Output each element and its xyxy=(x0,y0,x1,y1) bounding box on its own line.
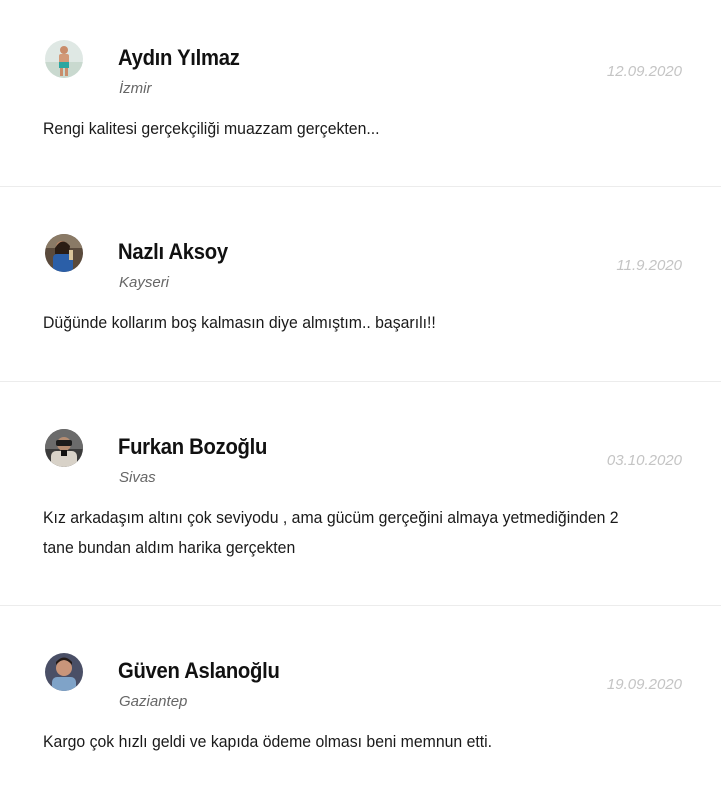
review-comment: Kız arkadaşım altını çok seviyodu , ama … xyxy=(43,508,619,557)
user-avatar-photo-icon xyxy=(45,429,83,467)
review-comment: Düğünde kollarım boş kalmasın diye almış… xyxy=(43,313,436,332)
review-date: 11.9.2020 xyxy=(616,257,682,274)
reviewer-avatar xyxy=(45,234,83,272)
reviewer-name: Güven Aslanoğlu xyxy=(118,658,280,683)
reviewer-city: İzmir xyxy=(119,80,152,97)
user-avatar-photo-icon xyxy=(45,234,83,272)
reviewer-name: Nazlı Aksoy xyxy=(118,239,228,264)
review-comment: Rengi kalitesi gerçekçiliği muazzam gerç… xyxy=(43,119,380,138)
reviewer-avatar xyxy=(45,40,83,78)
review-item: Furkan Bozoğlu Sivas 03.10.2020 Kız arka… xyxy=(0,382,721,604)
reviewer-avatar xyxy=(45,429,83,467)
reviews-list: Aydın Yılmaz İzmir 12.09.2020 Rengi kali… xyxy=(0,0,721,797)
review-comment: Kargo çok hızlı geldi ve kapıda ödeme ol… xyxy=(43,732,493,751)
reviewer-city: Kayseri xyxy=(119,274,170,291)
user-avatar-photo-icon xyxy=(45,40,83,78)
review-date: 12.09.2020 xyxy=(606,63,682,80)
reviewer-avatar xyxy=(45,653,83,691)
review-item: Aydın Yılmaz İzmir 12.09.2020 Rengi kali… xyxy=(0,0,721,186)
review-date: 19.09.2020 xyxy=(606,676,682,693)
review-item: Nazlı Aksoy Kayseri 11.9.2020 Düğünde ko… xyxy=(0,187,721,380)
reviewer-name: Aydın Yılmaz xyxy=(118,45,240,70)
reviewer-name: Furkan Bozoğlu xyxy=(118,434,268,459)
reviewer-city: Sivas xyxy=(119,469,156,486)
review-date: 03.10.2020 xyxy=(606,452,682,469)
review-item: Güven Aslanoğlu Gaziantep 19.09.2020 Kar… xyxy=(0,606,721,797)
user-avatar-photo-icon xyxy=(45,653,83,691)
reviewer-city: Gaziantep xyxy=(119,693,188,710)
